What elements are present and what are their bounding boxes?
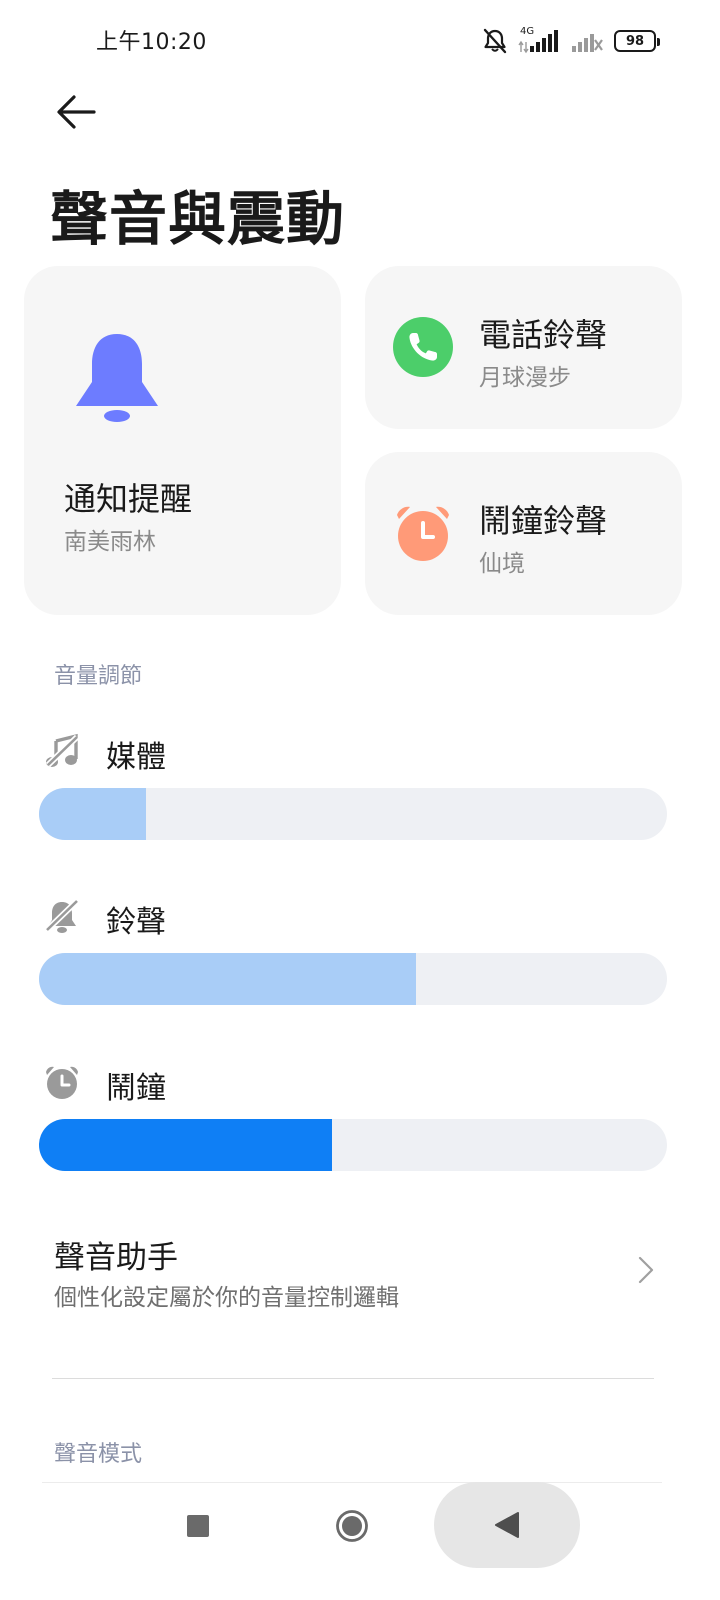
home-button[interactable] [322, 1496, 382, 1556]
status-time: 上午10:20 [96, 30, 207, 55]
battery-level: 98 [625, 33, 645, 49]
sound-assistant-item[interactable]: 聲音助手 個性化設定屬於你的音量控制邏輯 [0, 1218, 720, 1338]
recent-apps-button[interactable] [168, 1496, 228, 1556]
circle-icon [336, 1510, 368, 1542]
notification-sound-card[interactable] [24, 266, 341, 615]
alarm-ringtone-card[interactable]: 鬧鐘鈴聲 仙境 [365, 452, 682, 615]
nav-back-button[interactable] [434, 1482, 580, 1568]
sound-mode-section-label: 聲音模式 [54, 1442, 143, 1467]
signal-4g: 4G [518, 26, 560, 54]
sound-assistant-subtitle: 個性化設定屬於你的音量控制邏輯 [54, 1285, 399, 1311]
alarm-volume-label: 鬧鐘 [106, 1071, 166, 1106]
signal-strength-icon [518, 30, 558, 54]
signal-no-sim-icon [572, 34, 603, 52]
notification-card-title: 通知提醒 [64, 480, 193, 518]
chevron-right-icon [638, 1256, 654, 1284]
ringtone-volume-fill [39, 953, 416, 1005]
phone-card-title: 電話鈴聲 [479, 316, 608, 354]
notification-card-subtitle: 南美雨林 [64, 529, 156, 555]
ringtone-volume-slider[interactable] [39, 953, 667, 1005]
bell-off-icon [44, 898, 80, 933]
bell-icon [76, 334, 158, 422]
divider [42, 1482, 662, 1483]
media-volume-label: 媒體 [106, 740, 166, 775]
alarm-icon [46, 1066, 78, 1099]
alarm-clock-icon [397, 506, 449, 561]
mute-bell-icon [483, 28, 507, 54]
alarm-volume-slider[interactable] [39, 1119, 667, 1171]
sound-assistant-title: 聲音助手 [54, 1240, 178, 1276]
arrow-left-icon [57, 95, 96, 129]
media-volume-fill [39, 788, 146, 840]
media-volume-slider[interactable] [39, 788, 667, 840]
phone-card-subtitle: 月球漫步 [479, 365, 571, 391]
status-icons: 4G 98 [482, 24, 660, 58]
alarm-card-subtitle: 仙境 [479, 551, 525, 577]
battery-icon: 98 [614, 30, 660, 52]
music-off-icon [45, 733, 80, 768]
square-icon [187, 1515, 209, 1537]
phone-ringtone-card[interactable]: 電話鈴聲 月球漫步 [365, 266, 682, 429]
alarm-card-title: 鬧鐘鈴聲 [479, 502, 608, 540]
volume-section-label: 音量調節 [54, 664, 143, 689]
status-bar: 上午10:20 4G 98 [0, 0, 720, 80]
divider [52, 1378, 654, 1379]
triangle-back-icon [495, 1512, 519, 1538]
back-button[interactable] [54, 92, 98, 132]
alarm-volume-fill [39, 1119, 333, 1171]
navigation-bar [0, 1482, 720, 1600]
ringtone-volume-label: 鈴聲 [106, 905, 166, 940]
phone-icon [393, 317, 453, 377]
page-title: 聲音與震動 [50, 185, 346, 253]
